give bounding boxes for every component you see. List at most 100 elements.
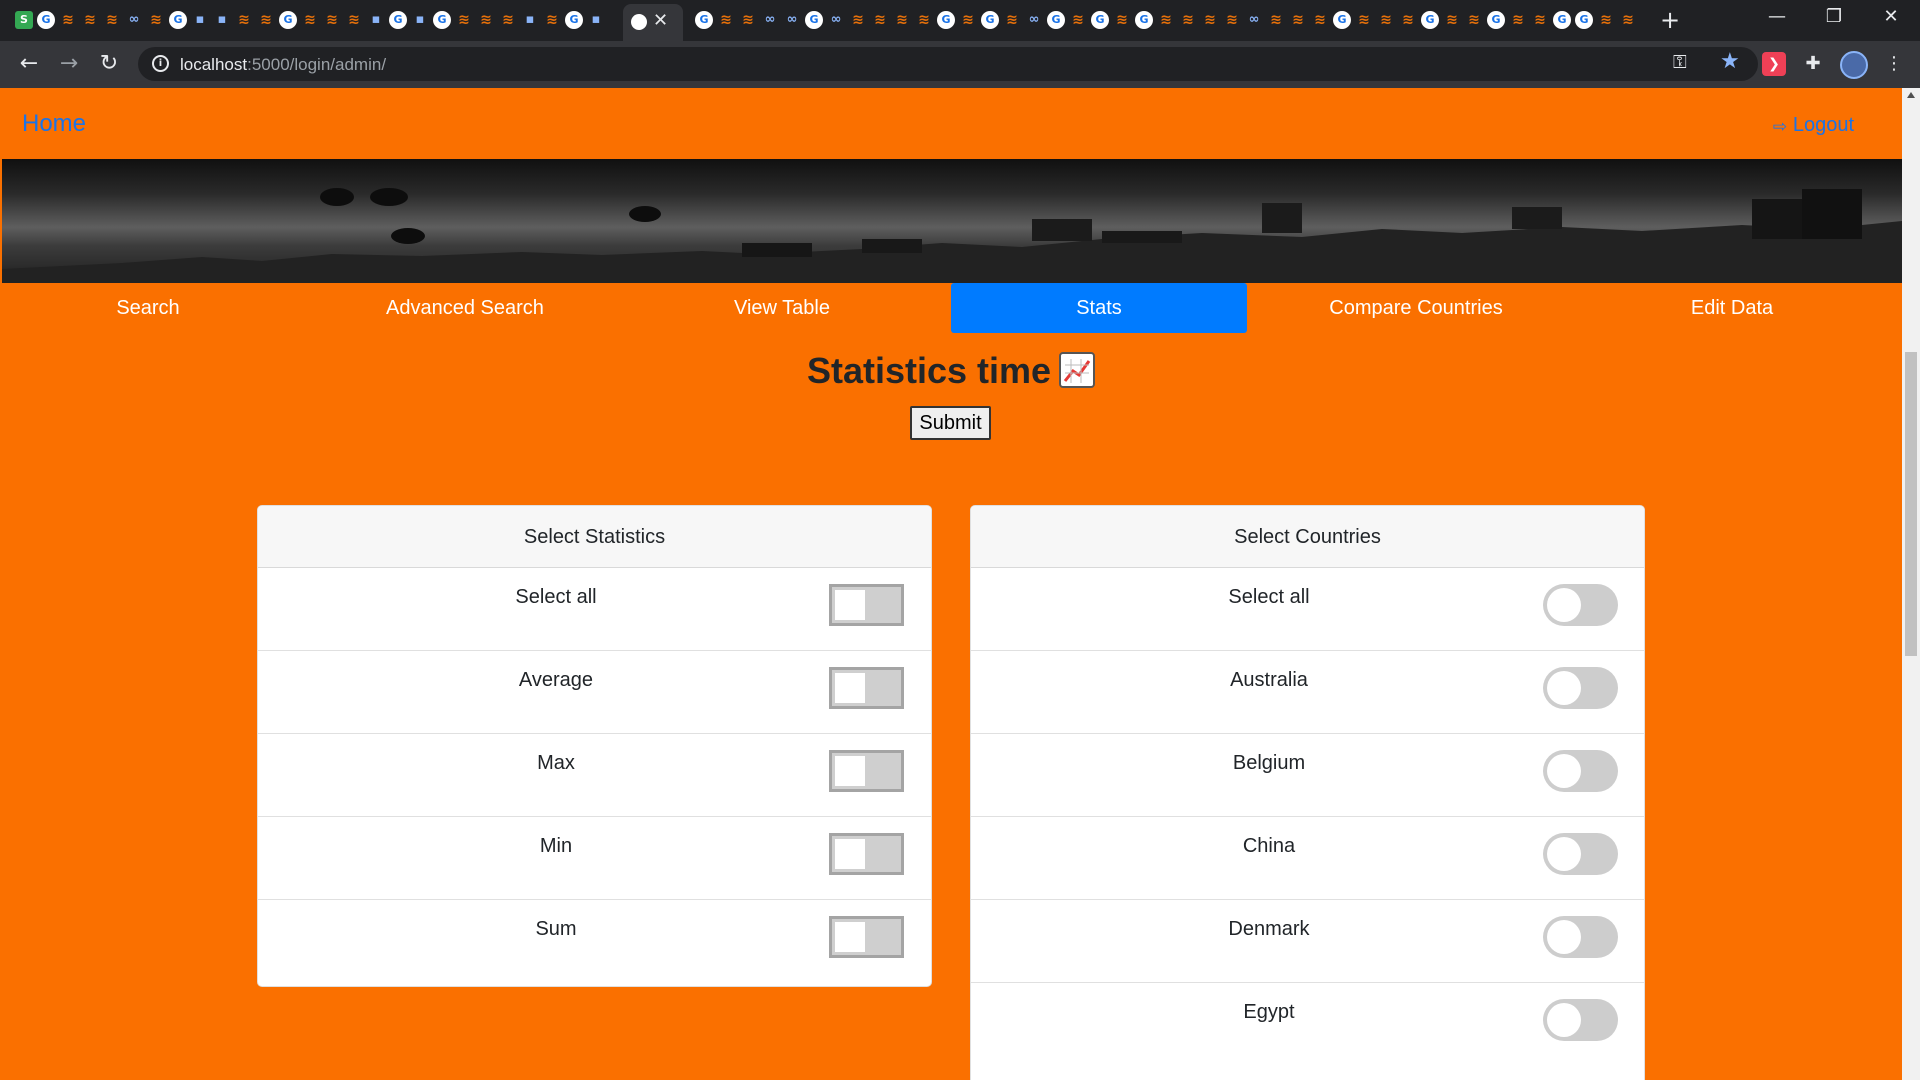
forward-arrow-icon[interactable]: →	[55, 50, 83, 78]
tab-compare-countries[interactable]: Compare Countries	[1268, 283, 1564, 333]
tab-favicon-icon[interactable]: ≋	[1223, 11, 1241, 29]
tab-favicon-icon[interactable]: ≋	[1597, 11, 1615, 29]
tab-favicon-icon[interactable]: ≋	[1113, 11, 1131, 29]
denmark-toggle[interactable]	[1543, 916, 1618, 958]
tab-stats[interactable]: Stats	[951, 283, 1247, 333]
tab-favicon-icon[interactable]: S	[15, 11, 33, 29]
active-browser-tab[interactable]: ✕	[623, 4, 683, 41]
tab-favicon-icon[interactable]: ≋	[915, 11, 933, 29]
tab-favicon-icon[interactable]: ≋	[257, 11, 275, 29]
tab-favicon-icon[interactable]: ≋	[1201, 11, 1219, 29]
restore-button[interactable]: ❐	[1811, 6, 1857, 27]
tab-favicon-icon[interactable]: ≋	[1509, 11, 1527, 29]
tab-favicon-icon[interactable]: ≋	[59, 11, 77, 29]
tab-favicon-icon[interactable]: ∞	[1025, 11, 1043, 29]
average-toggle[interactable]	[829, 667, 904, 709]
min-toggle[interactable]	[829, 833, 904, 875]
browser-menu-icon[interactable]: ⋮	[1882, 52, 1906, 76]
tab-favicon-icon[interactable]: ▪	[213, 11, 231, 29]
tab-edit-data[interactable]: Edit Data	[1584, 283, 1880, 333]
tab-favicon-icon[interactable]: G	[981, 11, 999, 29]
tab-favicon-icon[interactable]: ≋	[1619, 11, 1637, 29]
tab-favicon-icon[interactable]: G	[805, 11, 823, 29]
tab-favicon-icon[interactable]: G	[1575, 11, 1593, 29]
tab-favicon-icon[interactable]: ∞	[827, 11, 845, 29]
scrollbar-thumb[interactable]	[1905, 352, 1917, 656]
tab-favicon-icon[interactable]: ≋	[147, 11, 165, 29]
reload-icon[interactable]: ↻	[95, 50, 123, 78]
tab-favicon-icon[interactable]: ≋	[455, 11, 473, 29]
tab-favicon-icon[interactable]: G	[37, 11, 55, 29]
tab-advanced-search[interactable]: Advanced Search	[317, 283, 613, 333]
tab-favicon-icon[interactable]: ≋	[1289, 11, 1307, 29]
tab-favicon-icon[interactable]: ∞	[761, 11, 779, 29]
bookmark-star-icon[interactable]: ★	[1720, 49, 1740, 74]
submit-button[interactable]: Submit	[910, 406, 991, 440]
tab-favicon-icon[interactable]: ≋	[849, 11, 867, 29]
select-all-statistics-toggle[interactable]	[829, 584, 904, 626]
tab-favicon-icon[interactable]: ≋	[499, 11, 517, 29]
china-toggle[interactable]	[1543, 833, 1618, 875]
sum-toggle[interactable]	[829, 916, 904, 958]
key-icon[interactable]: ⚿	[1673, 52, 1687, 73]
tab-favicon-icon[interactable]: ≋	[1355, 11, 1373, 29]
egypt-toggle[interactable]	[1543, 999, 1618, 1041]
minimize-button[interactable]: —	[1754, 6, 1800, 27]
australia-toggle[interactable]	[1543, 667, 1618, 709]
tab-view-table[interactable]: View Table	[634, 283, 930, 333]
tab-favicon-icon[interactable]: ▪	[411, 11, 429, 29]
tab-favicon-icon[interactable]: G	[1135, 11, 1153, 29]
tab-favicon-icon[interactable]: ≋	[301, 11, 319, 29]
pocket-extension-icon[interactable]: ❯	[1762, 52, 1786, 76]
tab-favicon-icon[interactable]: G	[937, 11, 955, 29]
tab-favicon-icon[interactable]: ≋	[1003, 11, 1021, 29]
tab-favicon-icon[interactable]: ≋	[1179, 11, 1197, 29]
tab-favicon-icon[interactable]: G	[1091, 11, 1109, 29]
tab-favicon-icon[interactable]: ≋	[739, 11, 757, 29]
tab-favicon-icon[interactable]: G	[279, 11, 297, 29]
tab-favicon-icon[interactable]: ≋	[1377, 11, 1395, 29]
site-info-icon[interactable]: i	[152, 55, 169, 72]
tab-favicon-icon[interactable]: ▪	[521, 11, 539, 29]
tab-search[interactable]: Search	[0, 283, 296, 333]
tab-favicon-icon[interactable]: ▪	[191, 11, 209, 29]
tab-favicon-icon[interactable]: G	[565, 11, 583, 29]
home-link[interactable]: Home	[22, 110, 86, 138]
tab-favicon-icon[interactable]: ≋	[543, 11, 561, 29]
tab-favicon-icon[interactable]: ≋	[1267, 11, 1285, 29]
tab-favicon-icon[interactable]: G	[1487, 11, 1505, 29]
tab-favicon-icon[interactable]: ▪	[587, 11, 605, 29]
select-all-countries-toggle[interactable]	[1543, 584, 1618, 626]
profile-avatar[interactable]	[1840, 51, 1868, 79]
tab-favicon-icon[interactable]: ≋	[323, 11, 341, 29]
tab-favicon-icon[interactable]: G	[1421, 11, 1439, 29]
tab-favicon-icon[interactable]: G	[1333, 11, 1351, 29]
url-text[interactable]: localhost:5000/login/admin/	[180, 55, 386, 75]
close-window-button[interactable]: ✕	[1868, 6, 1914, 27]
tab-favicon-icon[interactable]: ∞	[783, 11, 801, 29]
tab-favicon-icon[interactable]: G	[1047, 11, 1065, 29]
tab-favicon-icon[interactable]: ≋	[1443, 11, 1461, 29]
tab-favicon-icon[interactable]: ≋	[235, 11, 253, 29]
belgium-toggle[interactable]	[1543, 750, 1618, 792]
max-toggle[interactable]	[829, 750, 904, 792]
close-tab-icon[interactable]: ✕	[653, 10, 668, 31]
scroll-up-arrow-icon[interactable]	[1907, 92, 1915, 98]
tab-favicon-icon[interactable]: ≋	[717, 11, 735, 29]
tab-favicon-icon[interactable]: G	[695, 11, 713, 29]
tab-favicon-icon[interactable]: ≋	[103, 11, 121, 29]
extensions-puzzle-icon[interactable]: ✚	[1801, 52, 1825, 76]
tab-favicon-icon[interactable]: ≋	[1465, 11, 1483, 29]
back-arrow-icon[interactable]: ←	[15, 50, 43, 78]
tab-favicon-icon[interactable]: ≋	[345, 11, 363, 29]
tab-favicon-icon[interactable]: ≋	[1311, 11, 1329, 29]
tab-favicon-icon[interactable]: ≋	[959, 11, 977, 29]
tab-favicon-icon[interactable]: ▪	[367, 11, 385, 29]
tab-favicon-icon[interactable]: ≋	[1531, 11, 1549, 29]
tab-favicon-icon[interactable]: ≋	[1069, 11, 1087, 29]
tab-favicon-icon[interactable]: ≋	[1399, 11, 1417, 29]
address-bar[interactable]: i localhost:5000/login/admin/ ⚿ ★	[138, 47, 1758, 81]
new-tab-button[interactable]: +	[1660, 6, 1680, 34]
tab-favicon-icon[interactable]: ≋	[477, 11, 495, 29]
tab-favicon-icon[interactable]: ≋	[893, 11, 911, 29]
